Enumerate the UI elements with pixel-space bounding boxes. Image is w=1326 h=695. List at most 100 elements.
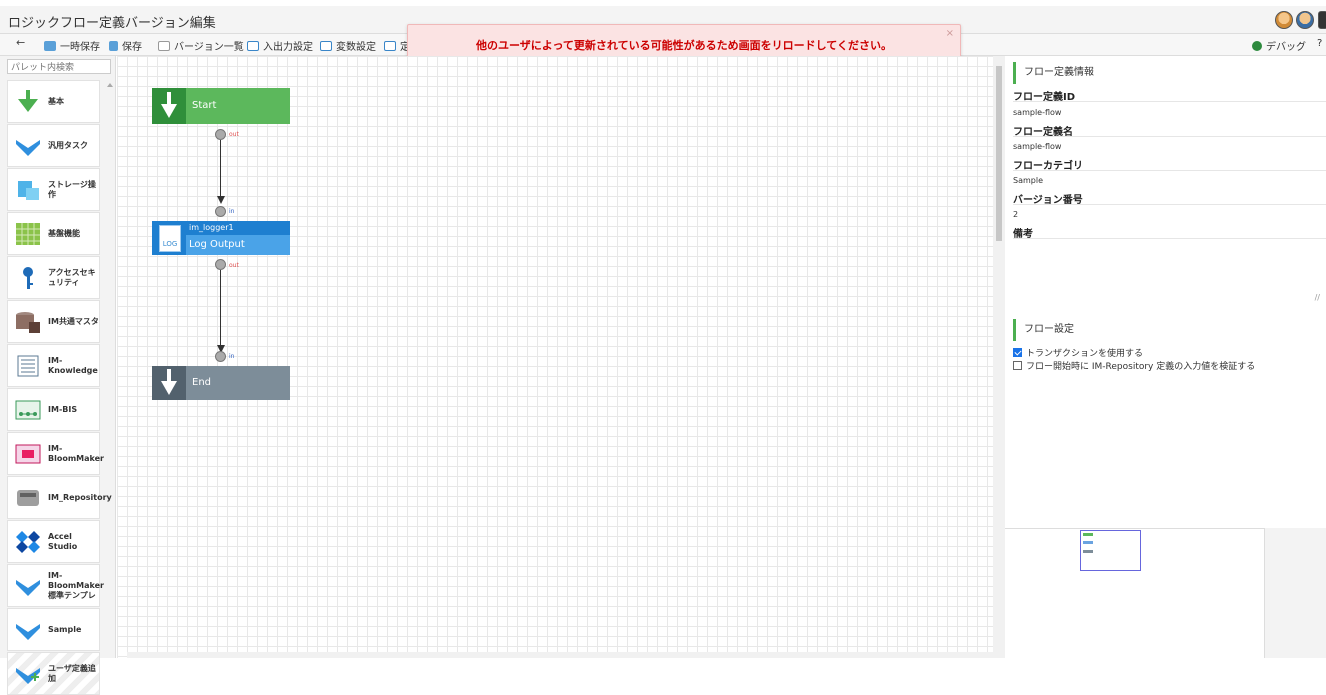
grid-icon [15, 222, 41, 246]
palette-item-label: IM-BloomMaker 標準テンプレ [48, 570, 105, 600]
window-title: ロジックフロー定義バージョン編集 [8, 16, 216, 31]
end-node-icon-block [152, 366, 186, 400]
use-transaction-checkbox[interactable]: トランザクションを使用する [1013, 346, 1143, 359]
debug-button[interactable]: デバッグ [1252, 38, 1306, 53]
divider [1013, 238, 1326, 239]
canvas-horizontal-scrollbar[interactable] [127, 652, 993, 658]
green-down-arrow-icon [15, 89, 41, 114]
user-avatar-icon-2[interactable] [1296, 11, 1314, 29]
minimap-end-node [1083, 550, 1093, 553]
palette-item[interactable]: ユーザ定義追加 [7, 652, 100, 695]
palette-item[interactable]: 基本 [7, 80, 100, 123]
palette-item[interactable]: 基盤機能 [7, 212, 100, 255]
validate-input-checkbox[interactable]: フロー開始時に IM-Repository 定義の入力値を検証する [1013, 359, 1255, 372]
palette-panel: 基本汎用タスクストレージ操作基盤機能アクセスセキュリティ IM共通マスタ IM-Kn… [0, 56, 116, 695]
scroll-up-icon[interactable] [106, 79, 114, 91]
end-in-port[interactable] [215, 351, 226, 362]
repository-icon [15, 486, 41, 510]
log-out-port[interactable] [215, 259, 226, 270]
palette-item[interactable]: IM-Knowledge [7, 344, 100, 387]
log-in-port[interactable] [215, 206, 226, 217]
end-node[interactable]: End [152, 366, 290, 400]
save-button[interactable]: 保存 [109, 38, 142, 53]
start-node-label: Start [192, 100, 217, 111]
var-settings-label: 変数設定 [336, 42, 376, 53]
palette-item[interactable]: アクセスセキュリティ [7, 256, 100, 299]
log-output-node[interactable]: LOG im_logger1 Log Output [152, 221, 290, 255]
flow-canvas[interactable]: Start out in LOG im_logger1 Log Output o… [117, 56, 993, 658]
blue-down-arrow-icon [15, 618, 41, 642]
io-settings-button[interactable]: 入出力設定 [247, 38, 313, 53]
notes-textarea[interactable] [1013, 244, 1313, 304]
divider [1013, 170, 1326, 171]
divider [1013, 136, 1326, 137]
minimap-log-node [1083, 541, 1093, 544]
palette-item[interactable]: 汎用タスク [7, 124, 100, 167]
log-node-label: Log Output [189, 239, 245, 250]
palette-item[interactable]: ストレージ操作 [7, 168, 100, 211]
bis-icon [15, 398, 41, 422]
validate-input-label: フロー開始時に IM-Repository 定義の入力値を検証する [1026, 362, 1256, 372]
log-node-name: im_logger1 [189, 223, 234, 232]
add-user-defined-icon [15, 662, 41, 686]
canvas-vertical-scrollbar[interactable] [993, 56, 1005, 658]
minimap[interactable] [1005, 528, 1265, 658]
palette-item-label: IM-Knowledge [48, 355, 98, 375]
palette-item-label: ユーザ定義追加 [48, 663, 96, 683]
start-node[interactable]: Start [152, 88, 290, 124]
end-in-label: in [229, 353, 235, 360]
list-icon [158, 40, 170, 51]
palette-item[interactable]: IM共通マスタ [7, 300, 100, 343]
palette-item[interactable]: IM-BIS [7, 388, 100, 431]
palette-item-label: 汎用タスク [48, 140, 88, 150]
palette-item[interactable]: IM-BloomMaker 標準テンプレ [7, 564, 105, 607]
palette-item-label: 基盤機能 [48, 228, 80, 238]
version-list-button[interactable]: バージョン一覧 [158, 38, 244, 53]
palette-item-label: IM_Repository [48, 492, 112, 502]
lock-icon[interactable] [1318, 11, 1326, 29]
palette-item[interactable]: IM_Repository [7, 476, 112, 519]
back-arrow-icon: ← [16, 36, 26, 49]
log-out-label: out [229, 262, 239, 269]
start-out-port[interactable] [215, 129, 226, 140]
bloommaker-icon [15, 442, 41, 466]
log-in-label: in [229, 208, 235, 215]
palette-item-label: IM共通マスタ [48, 316, 99, 326]
temp-save-button[interactable]: 一時保存 [44, 38, 100, 53]
alert-close-button[interactable]: × [946, 28, 954, 39]
palette-item[interactable]: IM-BloomMaker [7, 432, 104, 475]
checkbox-checked-icon[interactable] [1013, 348, 1022, 357]
help-button[interactable]: ? [1317, 38, 1322, 49]
start-node-icon-block [152, 88, 186, 124]
end-node-label: End [192, 377, 212, 388]
log-node-header: im_logger1 [186, 221, 290, 235]
use-transaction-label: トランザクションを使用する [1026, 349, 1144, 359]
resize-handle-icon[interactable]: // [1315, 293, 1320, 302]
palette-item-label: Sample [48, 624, 82, 634]
save-icon [109, 40, 118, 51]
io-settings-label: 入出力設定 [263, 42, 313, 53]
flow-name-value: sample-flow [1013, 142, 1062, 151]
palette-item[interactable]: Accel Studio [7, 520, 100, 563]
panel-filler [1265, 528, 1326, 658]
user-avatar-icon[interactable] [1275, 11, 1293, 29]
flow-id-value: sample-flow [1013, 108, 1062, 117]
palette-scrollbar[interactable] [106, 76, 114, 656]
scroll-thumb[interactable] [996, 66, 1002, 241]
version-list-label: バージョン一覧 [174, 42, 244, 53]
divider [1013, 204, 1326, 205]
var-settings-button[interactable]: 変数設定 [320, 38, 376, 53]
back-button[interactable]: ← [16, 36, 26, 49]
palette-search-input[interactable] [7, 59, 111, 74]
palette-item[interactable]: Sample [7, 608, 100, 651]
version-value: 2 [1013, 210, 1019, 219]
blue-down-arrow-icon [15, 134, 41, 158]
storage-icon [15, 178, 41, 202]
connector-log-end[interactable] [220, 270, 221, 349]
checkbox-unchecked-icon[interactable] [1013, 361, 1022, 370]
alert-message: 他のユーザによって更新されている可能性があるため画面をリロードしてください。 [476, 39, 892, 52]
log-document-icon: LOG [159, 225, 181, 252]
connector-start-log[interactable] [220, 140, 221, 198]
database-icon [15, 310, 41, 334]
palette-item-label: アクセスセキュリティ [48, 267, 96, 287]
